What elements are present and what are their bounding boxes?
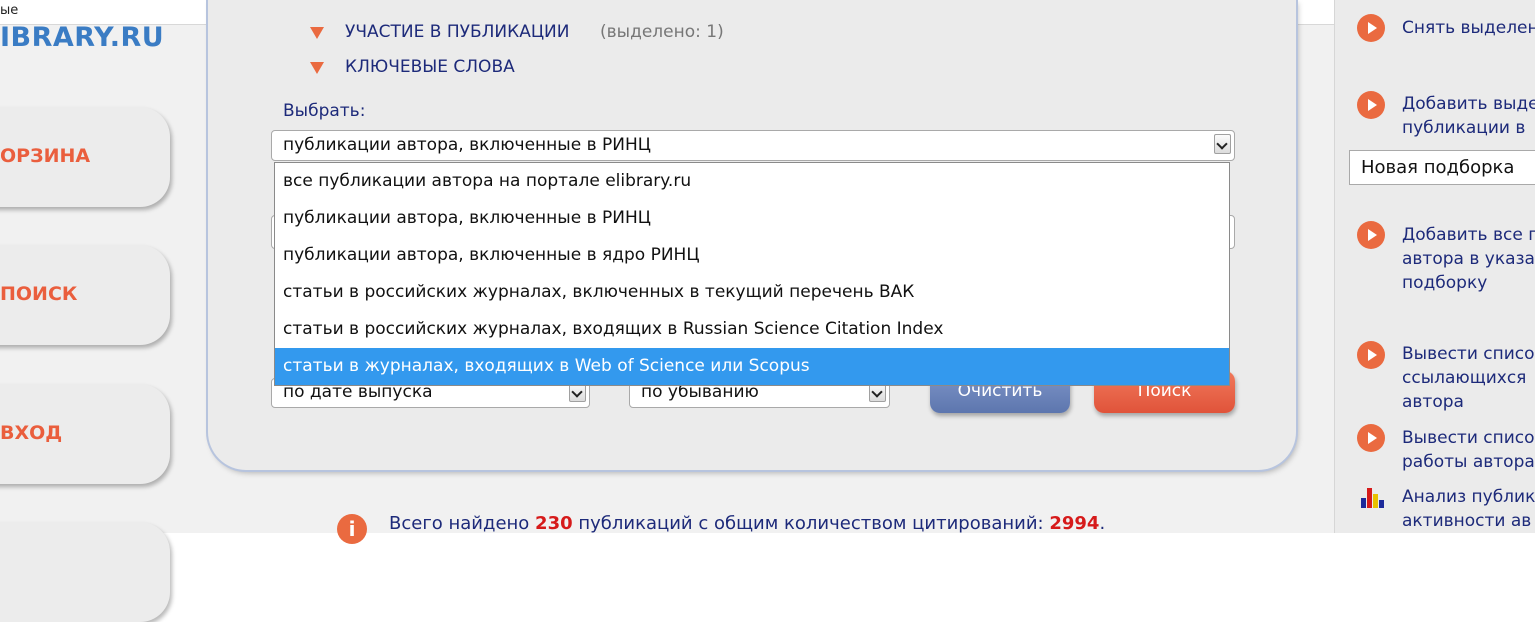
select-value: публикации автора, включенные в РИНЦ bbox=[283, 135, 651, 155]
info-icon: i bbox=[337, 514, 367, 544]
sidebar-action-analysis[interactable]: Анализ публик активности ав bbox=[1402, 485, 1535, 533]
results-count: 230 bbox=[535, 513, 573, 534]
site-logo[interactable]: IBRARY.RU bbox=[0, 22, 164, 53]
nav-tab-label: ОРЗИНА bbox=[0, 145, 91, 167]
sidebar-action-works-list[interactable]: Вывести списо работы автора bbox=[1402, 426, 1535, 474]
sidebar-action-add-all[interactable]: Добавить все п автора в указа подборку bbox=[1402, 223, 1535, 295]
dropdown-option[interactable]: публикации автора, включенные в РИНЦ bbox=[275, 200, 1229, 237]
dropdown-option[interactable]: статьи в российских журналах, включенных… bbox=[275, 274, 1229, 311]
nav-tab-search[interactable]: ПОИСК bbox=[0, 245, 170, 345]
accordion-keywords[interactable]: КЛЮЧЕВЫЕ СЛОВА bbox=[345, 57, 515, 77]
play-icon[interactable] bbox=[1357, 221, 1385, 249]
triangle-down-icon[interactable] bbox=[310, 27, 324, 39]
play-icon[interactable] bbox=[1357, 341, 1385, 369]
sidebar-action-citing-list[interactable]: Вывести списо ссылающихся автора bbox=[1402, 342, 1535, 414]
dropdown-option[interactable]: статьи в российских журналах, входящих в… bbox=[275, 311, 1229, 348]
play-icon[interactable] bbox=[1357, 424, 1385, 452]
selected-count: (выделено: 1) bbox=[600, 22, 724, 42]
dropdown-option[interactable]: публикации автора, включенные в ядро РИН… bbox=[275, 237, 1229, 274]
play-icon[interactable] bbox=[1357, 91, 1385, 119]
nav-tab-label: ВХОД bbox=[0, 422, 63, 444]
nav-tab-label: ПОИСК bbox=[0, 283, 78, 305]
collection-select[interactable]: Новая подборка bbox=[1349, 150, 1535, 185]
nav-tab-cart[interactable]: ОРЗИНА bbox=[0, 107, 170, 207]
results-summary: Всего найдено 230 публикаций с общим кол… bbox=[389, 513, 1106, 534]
bookmark-item[interactable]: ые bbox=[0, 3, 18, 18]
dropdown-option-selected[interactable]: статьи в журналах, входящих в Web of Sci… bbox=[275, 348, 1229, 385]
publication-filter-select[interactable]: публикации автора, включенные в РИНЦ bbox=[271, 130, 1235, 161]
sidebar-action-add-selected[interactable]: Добавить выде публикации в bbox=[1402, 92, 1535, 140]
dropdown-list: все публикации автора на портале elibrar… bbox=[274, 162, 1230, 386]
chevron-down-icon[interactable] bbox=[1214, 134, 1231, 154]
play-icon[interactable] bbox=[1357, 14, 1385, 42]
nav-tab-more[interactable] bbox=[0, 522, 170, 622]
sidebar-action-deselect[interactable]: Снять выделен bbox=[1402, 16, 1535, 40]
choose-label: Выбрать: bbox=[283, 101, 366, 121]
triangle-down-icon[interactable] bbox=[310, 62, 324, 74]
dropdown-option[interactable]: все публикации автора на портале elibrar… bbox=[275, 163, 1229, 200]
accordion-participation[interactable]: УЧАСТИЕ В ПУБЛИКАЦИИ bbox=[345, 22, 569, 42]
bar-chart-icon[interactable] bbox=[1360, 486, 1386, 508]
nav-tab-login[interactable]: ВХОД bbox=[0, 384, 170, 484]
citations-count: 2994 bbox=[1049, 513, 1100, 534]
